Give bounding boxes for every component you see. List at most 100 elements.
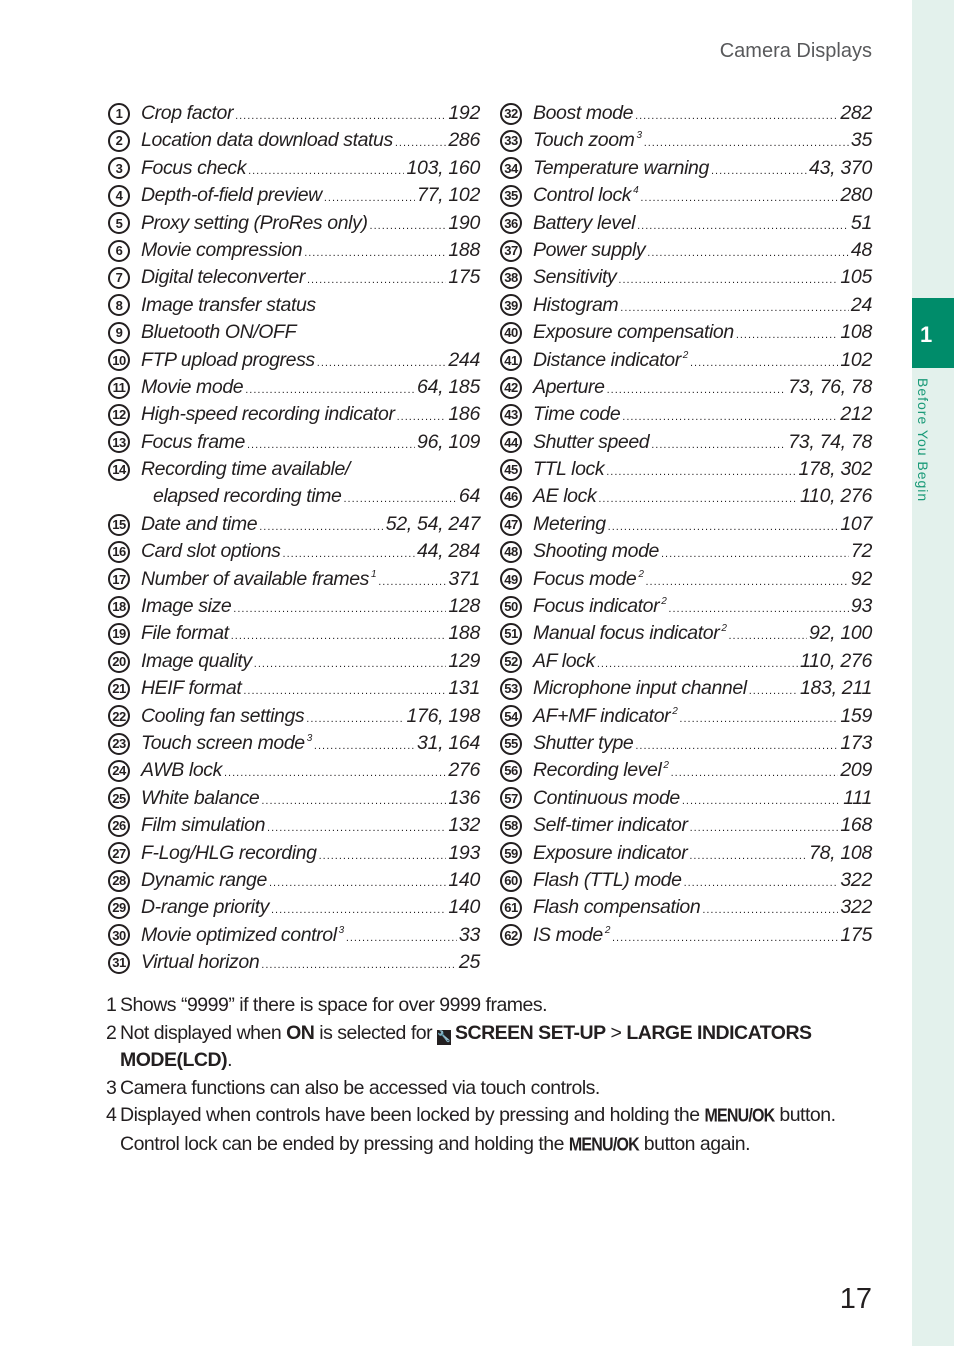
entry-label-text: Dynamic range [141, 868, 267, 891]
index-entry: 19 File format 188 [108, 620, 480, 647]
page-reference-link[interactable]: 173 [840, 730, 872, 757]
page-reference-link[interactable]: 136 [448, 785, 480, 812]
page-reference-link[interactable]: 43, 370 [809, 155, 872, 182]
index-entry: 39 Histogram 24 [500, 292, 872, 319]
callout-number-icon: 55 [500, 732, 522, 755]
page-reference-link[interactable]: 168 [840, 812, 872, 839]
dot-leader [269, 870, 446, 897]
page-reference-link[interactable]: 44, 284 [417, 538, 480, 565]
page-reference-link[interactable]: 25 [459, 949, 480, 976]
page-reference-link[interactable]: 96, 109 [417, 429, 480, 456]
page-reference-link[interactable]: 322 [840, 894, 872, 921]
page-reference-link[interactable]: 131 [448, 675, 480, 702]
page-reference-link[interactable]: 110, 276 [800, 483, 872, 510]
page-reference-link[interactable]: 175 [840, 922, 872, 949]
page-reference-link[interactable]: 102 [840, 347, 872, 374]
entry-label: Battery level [533, 210, 636, 237]
index-entry: 9 Bluetooth ON/OFF [108, 319, 480, 346]
page-reference-link[interactable]: 159 [840, 703, 872, 730]
page-reference-link[interactable]: 140 [448, 894, 480, 921]
page-reference-link[interactable]: 212 [840, 401, 872, 428]
page-reference-link[interactable]: 103, 160 [406, 155, 480, 182]
entry-label: Image size [141, 593, 232, 620]
entry-label: TTL lock [533, 456, 605, 483]
footnote-number: 1 [106, 994, 117, 1016]
page-reference-link[interactable]: 176, 198 [406, 703, 480, 730]
page-reference-link[interactable]: 188 [448, 237, 480, 264]
page-reference-link[interactable]: 73, 74, 78 [788, 429, 872, 456]
page-reference-link[interactable]: 35 [851, 127, 872, 154]
page-reference-link[interactable]: 183, 211 [800, 675, 872, 702]
callout-number-icon: 30 [108, 924, 130, 947]
page-reference-link[interactable]: 110, 276 [800, 648, 872, 675]
index-entry: 2 Location data download status 286 [108, 127, 480, 154]
page-reference-link[interactable]: 51 [851, 210, 872, 237]
page-reference-link[interactable]: 33 [459, 922, 480, 949]
page-reference-link[interactable]: 111 [843, 785, 872, 812]
callout-number-icon: 23 [108, 732, 130, 755]
page-reference-link[interactable]: 108 [840, 319, 872, 346]
index-entry: 41 Distance indicator2 102 [500, 347, 872, 374]
page-reference-link[interactable]: 72 [851, 538, 872, 565]
page-reference-link[interactable]: 322 [840, 867, 872, 894]
page-reference-link[interactable]: 107 [840, 511, 872, 538]
index-entry: 44 Shutter speed 73, 74, 78 [500, 429, 872, 456]
callout-number-icon: 11 [108, 376, 130, 399]
page-reference-link[interactable]: 188 [448, 620, 480, 647]
page-reference-link[interactable]: 93 [851, 593, 872, 620]
index-entry: 60 Flash (TTL) mode 322 [500, 867, 872, 894]
page-reference-link[interactable]: 24 [851, 292, 872, 319]
page-reference-link[interactable]: 178, 302 [798, 456, 872, 483]
entry-label-text: Depth-of-field preview [141, 184, 322, 207]
dot-leader [711, 158, 807, 185]
page-reference-link[interactable]: 128 [448, 593, 480, 620]
page-reference-link[interactable]: 282 [840, 100, 872, 127]
page-reference-link[interactable]: 175 [448, 264, 480, 291]
entry-label-text: AWB lock [141, 759, 222, 782]
callout-number-icon: 1 [108, 102, 130, 125]
right-column: 32Boost mode28233Touch zoom33534Temperat… [500, 100, 872, 949]
footnote-3: 3 Camera functions can also be accessed v… [106, 1075, 876, 1103]
page-reference-link[interactable]: 48 [851, 237, 872, 264]
page-reference-link[interactable]: 129 [448, 648, 480, 675]
page-reference-link[interactable]: 78, 108 [809, 840, 872, 867]
page-reference-link[interactable]: 186 [448, 401, 480, 428]
page-reference-link[interactable]: 105 [840, 264, 872, 291]
page-reference-link[interactable]: 193 [448, 840, 480, 867]
page-reference-link[interactable]: 280 [840, 182, 872, 209]
page-reference-link[interactable]: 276 [448, 757, 480, 784]
page-reference-link[interactable]: 77, 102 [417, 182, 480, 209]
dot-leader [606, 459, 796, 486]
page-reference-link[interactable]: 64, 185 [417, 374, 480, 401]
page-reference-link[interactable]: 73, 76, 78 [788, 374, 872, 401]
page-reference-link[interactable]: 209 [840, 757, 872, 784]
callout-number-icon: 6 [108, 239, 130, 262]
dot-leader [247, 432, 415, 459]
page-reference-link[interactable]: 371 [448, 566, 480, 593]
page-reference-link[interactable]: 286 [448, 127, 480, 154]
entry-label-text: elapsed recording time [153, 485, 342, 508]
page-reference-link[interactable]: 190 [448, 210, 480, 237]
entry-label-text: Image transfer status [141, 293, 316, 316]
entry-label: D-range priority [141, 894, 269, 921]
page-reference-link[interactable]: 244 [448, 347, 480, 374]
page-reference-link[interactable]: 140 [448, 867, 480, 894]
dot-leader [618, 267, 838, 294]
dot-leader [661, 541, 849, 568]
entry-label: Focus mode 2 [533, 566, 644, 593]
callout-number-icon: 41 [500, 349, 522, 372]
dot-leader [635, 733, 838, 760]
footnote-text: is selected for [314, 1021, 437, 1044]
entry-label-text: Shooting mode [533, 540, 659, 563]
page-reference-link[interactable]: 132 [448, 812, 480, 839]
chapter-tab[interactable]: 1 [912, 298, 954, 368]
entry-label: Continuous mode [533, 785, 680, 812]
page-reference-link[interactable]: 64 [459, 483, 480, 510]
page-reference-link[interactable]: 92 [851, 566, 872, 593]
page-reference-link[interactable]: 31, 164 [417, 730, 480, 757]
index-entry: 49 Focus mode2 92 [500, 566, 872, 593]
menu-ok-button-label: MENU/OK [704, 1106, 775, 1127]
page-reference-link[interactable]: 192 [448, 100, 480, 127]
page-reference-link[interactable]: 92, 100 [809, 620, 872, 647]
page-reference-link[interactable]: 52, 54, 247 [386, 511, 481, 538]
